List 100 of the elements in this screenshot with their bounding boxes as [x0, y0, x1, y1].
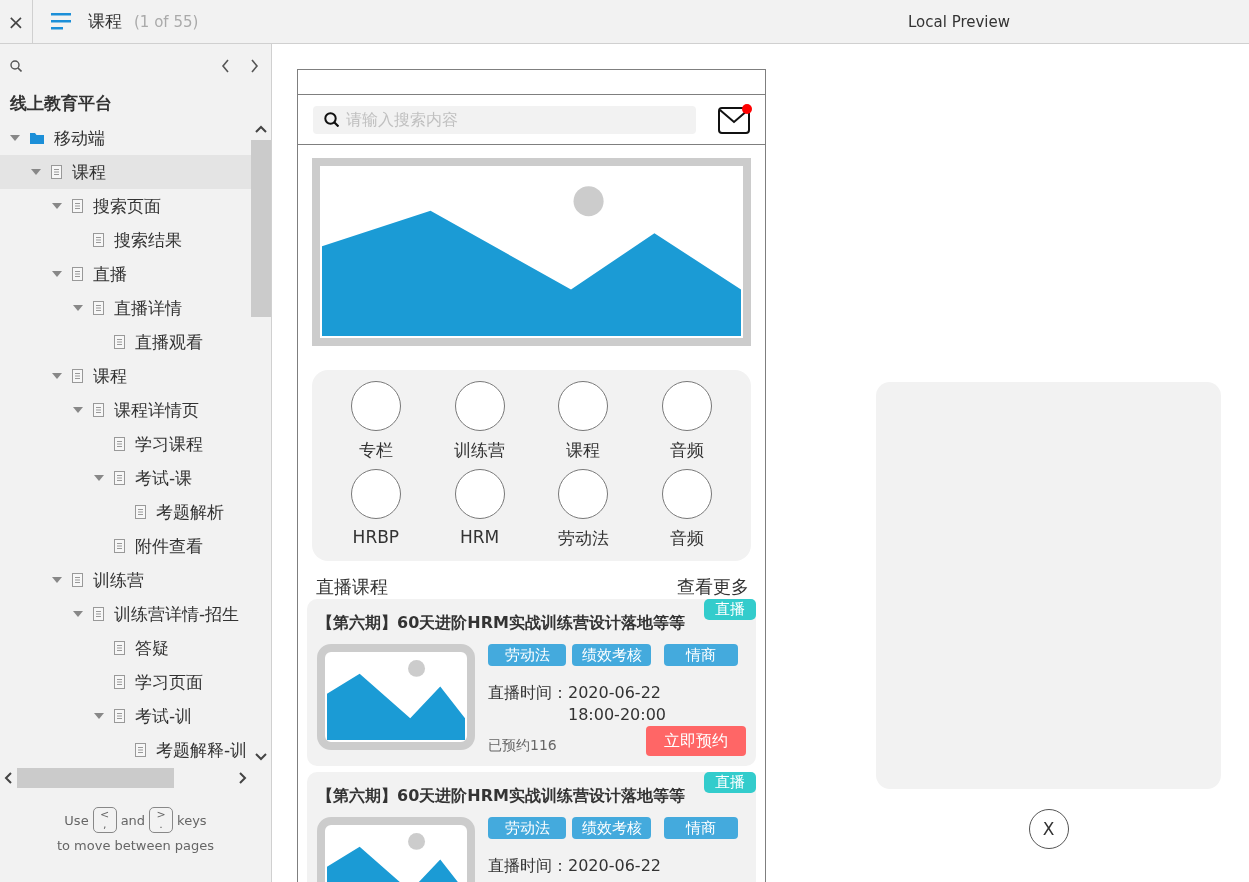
- tree-item[interactable]: 移动端: [0, 121, 251, 155]
- tree-item[interactable]: 考题解释-训: [0, 733, 251, 767]
- page-icon: [135, 505, 146, 519]
- tree-item-label: 搜索结果: [114, 228, 182, 252]
- page-icon: [51, 165, 62, 179]
- page-icon: [93, 233, 104, 247]
- category-circle[interactable]: [350, 469, 401, 519]
- expanded-arrow-icon[interactable]: [94, 713, 104, 719]
- page-icon: [114, 335, 125, 349]
- scrollbar-thumb[interactable]: [17, 768, 174, 788]
- tree-item[interactable]: 训练营: [0, 563, 251, 597]
- hint-text: Use: [64, 811, 89, 830]
- time-label: 直播时间：: [488, 682, 568, 704]
- menu-icon[interactable]: [51, 13, 71, 30]
- folder-icon: [30, 132, 44, 144]
- next-page-icon[interactable]: [250, 59, 259, 73]
- key-cap: < ,: [92, 807, 117, 833]
- hint-text: keys: [177, 811, 207, 830]
- booked-count: 已预约116: [488, 737, 557, 755]
- tree-item[interactable]: 直播: [0, 257, 251, 291]
- tree-item[interactable]: 学习课程: [0, 427, 251, 461]
- tree-item-label: 答疑: [135, 636, 169, 660]
- scroll-down-icon[interactable]: [255, 752, 267, 761]
- page-count: (1 of 55): [134, 12, 199, 31]
- category-circle[interactable]: [454, 469, 505, 519]
- live-date: 2020-06-22: [568, 855, 661, 877]
- course-tag: 情商: [664, 644, 738, 666]
- close-button[interactable]: ×: [0, 0, 33, 43]
- page-icon: [114, 709, 125, 723]
- course-tag: 劳动法: [488, 817, 566, 839]
- expanded-arrow-icon[interactable]: [73, 407, 83, 413]
- page-icon: [114, 471, 125, 485]
- close-button[interactable]: X: [1028, 809, 1069, 849]
- tree-item-label: 附件查看: [135, 534, 203, 558]
- course-tag: 情商: [664, 817, 738, 839]
- expanded-arrow-icon[interactable]: [73, 611, 83, 617]
- expanded-arrow-icon[interactable]: [73, 305, 83, 311]
- tree-item[interactable]: 考题解析: [0, 495, 251, 529]
- key-cap: > .: [149, 807, 174, 833]
- tree-item-label: 课程详情页: [114, 398, 199, 422]
- page-icon: [93, 607, 104, 621]
- see-more-link[interactable]: 查看更多: [677, 575, 749, 599]
- tree-item-label: 移动端: [54, 126, 105, 150]
- expanded-arrow-icon[interactable]: [52, 373, 62, 379]
- previous-page-icon[interactable]: [221, 59, 230, 73]
- tree-item-label: 直播详情: [114, 296, 182, 320]
- live-time: 18:00-20:00: [568, 704, 666, 726]
- scroll-right-icon[interactable]: [238, 772, 247, 784]
- tree-item[interactable]: 答疑: [0, 631, 251, 665]
- tree-item[interactable]: 课程: [0, 155, 251, 189]
- tree-item[interactable]: 附件查看: [0, 529, 251, 563]
- page-icon: [72, 199, 83, 213]
- scroll-up-icon[interactable]: [255, 125, 267, 134]
- category-circle[interactable]: [558, 469, 609, 519]
- tree-item[interactable]: 课程详情页: [0, 393, 251, 427]
- search-icon[interactable]: [10, 60, 22, 72]
- page-icon: [114, 675, 125, 689]
- tree-item[interactable]: 考试-课: [0, 461, 251, 495]
- category-circle[interactable]: [454, 381, 505, 431]
- tree-item-label: 考题解析: [156, 500, 224, 524]
- category-label: 音频: [670, 439, 705, 462]
- tree-item[interactable]: 搜索页面: [0, 189, 251, 223]
- tree-item[interactable]: 直播观看: [0, 325, 251, 359]
- hint-text: and: [120, 811, 146, 830]
- course-tag: 劳动法: [488, 644, 566, 666]
- page-title: 课程: [88, 10, 122, 33]
- section-title: 直播课程: [316, 575, 388, 599]
- category-circle[interactable]: [662, 469, 713, 519]
- tree-item[interactable]: 学习页面: [0, 665, 251, 699]
- scrollbar-thumb[interactable]: [251, 140, 271, 317]
- envelope-icon: [718, 105, 750, 134]
- course-tag: 绩效考核: [572, 644, 651, 666]
- scroll-left-icon[interactable]: [4, 772, 13, 784]
- course-title: 【第六期】60天进阶HRM实战训练营设计落地等等: [317, 613, 686, 634]
- tree-item[interactable]: 搜索结果: [0, 223, 251, 257]
- category-circle[interactable]: [558, 381, 609, 431]
- category-circle[interactable]: [662, 381, 713, 431]
- tree-item-label: 学习页面: [135, 670, 203, 694]
- category-label: HRM: [460, 527, 500, 547]
- tree-item[interactable]: 直播详情: [0, 291, 251, 325]
- category-circle[interactable]: [350, 381, 401, 431]
- tree-item[interactable]: 训练营详情-招生: [0, 597, 251, 631]
- expanded-arrow-icon[interactable]: [52, 577, 62, 583]
- page-icon: [135, 743, 146, 757]
- tree-item-label: 考题解释-训: [156, 738, 248, 762]
- expanded-arrow-icon[interactable]: [52, 271, 62, 277]
- category-label: HRBP: [352, 527, 400, 547]
- hint-text: to move between pages: [55, 837, 216, 855]
- expanded-arrow-icon[interactable]: [10, 135, 20, 141]
- tree-item[interactable]: 课程: [0, 359, 251, 393]
- expanded-arrow-icon[interactable]: [31, 169, 41, 175]
- mail-icon[interactable]: [718, 105, 750, 134]
- tree-item-label: 训练营: [93, 568, 144, 592]
- tree-item-label: 训练营详情-招生: [114, 602, 240, 626]
- page-icon: [114, 437, 125, 451]
- expanded-arrow-icon[interactable]: [52, 203, 62, 209]
- expanded-arrow-icon[interactable]: [94, 475, 104, 481]
- page-icon: [114, 641, 125, 655]
- tree-item-label: 考试-课: [135, 466, 193, 490]
- tree-item[interactable]: 考试-训: [0, 699, 251, 733]
